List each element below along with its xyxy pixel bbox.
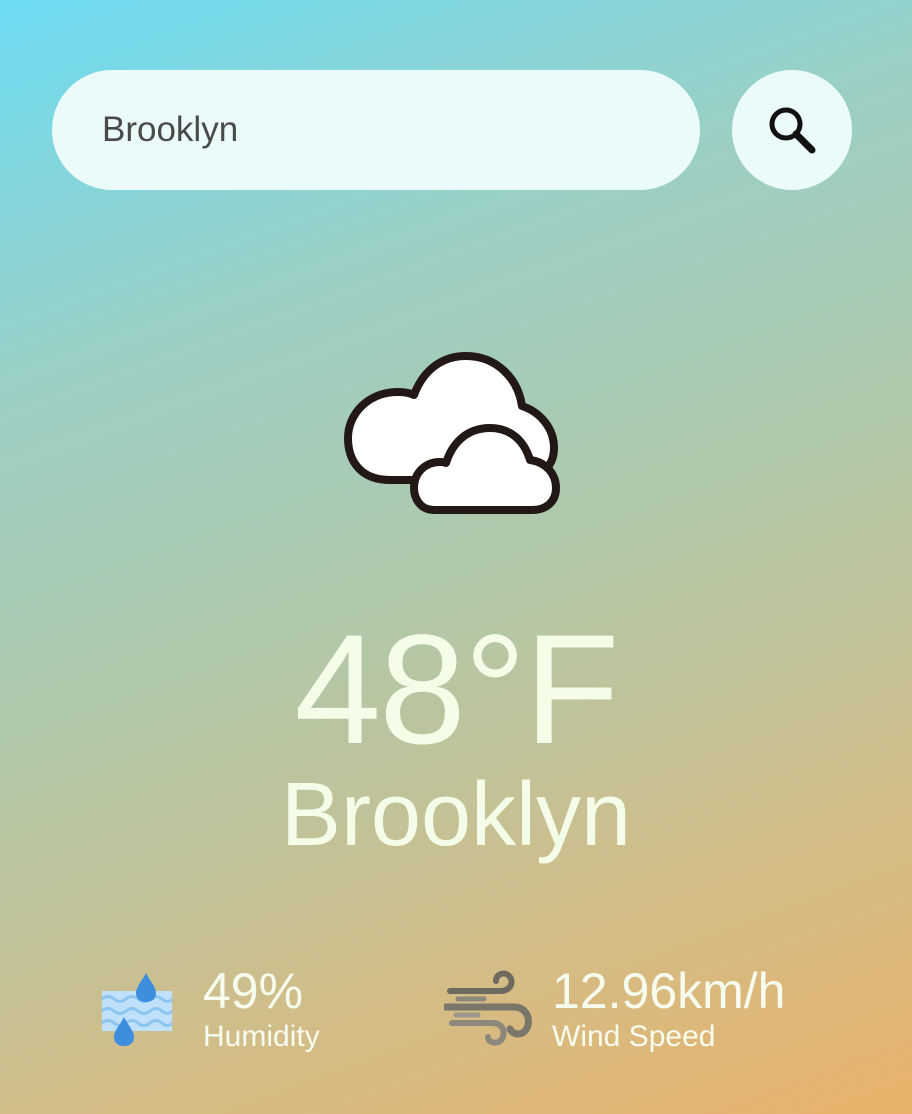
city-name: Brooklyn [280, 765, 632, 865]
wind-detail: 12.96km/h Wind Speed [444, 955, 864, 1055]
wind-icon [444, 970, 532, 1046]
search-input[interactable] [52, 70, 700, 190]
cloudy-icon [344, 352, 560, 514]
humidity-label: Humidity [203, 1020, 320, 1053]
wind-speed-value: 12.96km/h [552, 963, 786, 1019]
search-button[interactable] [732, 70, 852, 190]
humidity-icon [101, 973, 174, 1046]
search-bar [52, 70, 852, 190]
humidity-detail: 49% Humidity [98, 955, 398, 1055]
temperature: 48°F [294, 603, 619, 777]
search-icon [769, 107, 816, 154]
humidity-value: 49% [203, 963, 304, 1019]
wind-speed-label: Wind Speed [552, 1020, 716, 1053]
